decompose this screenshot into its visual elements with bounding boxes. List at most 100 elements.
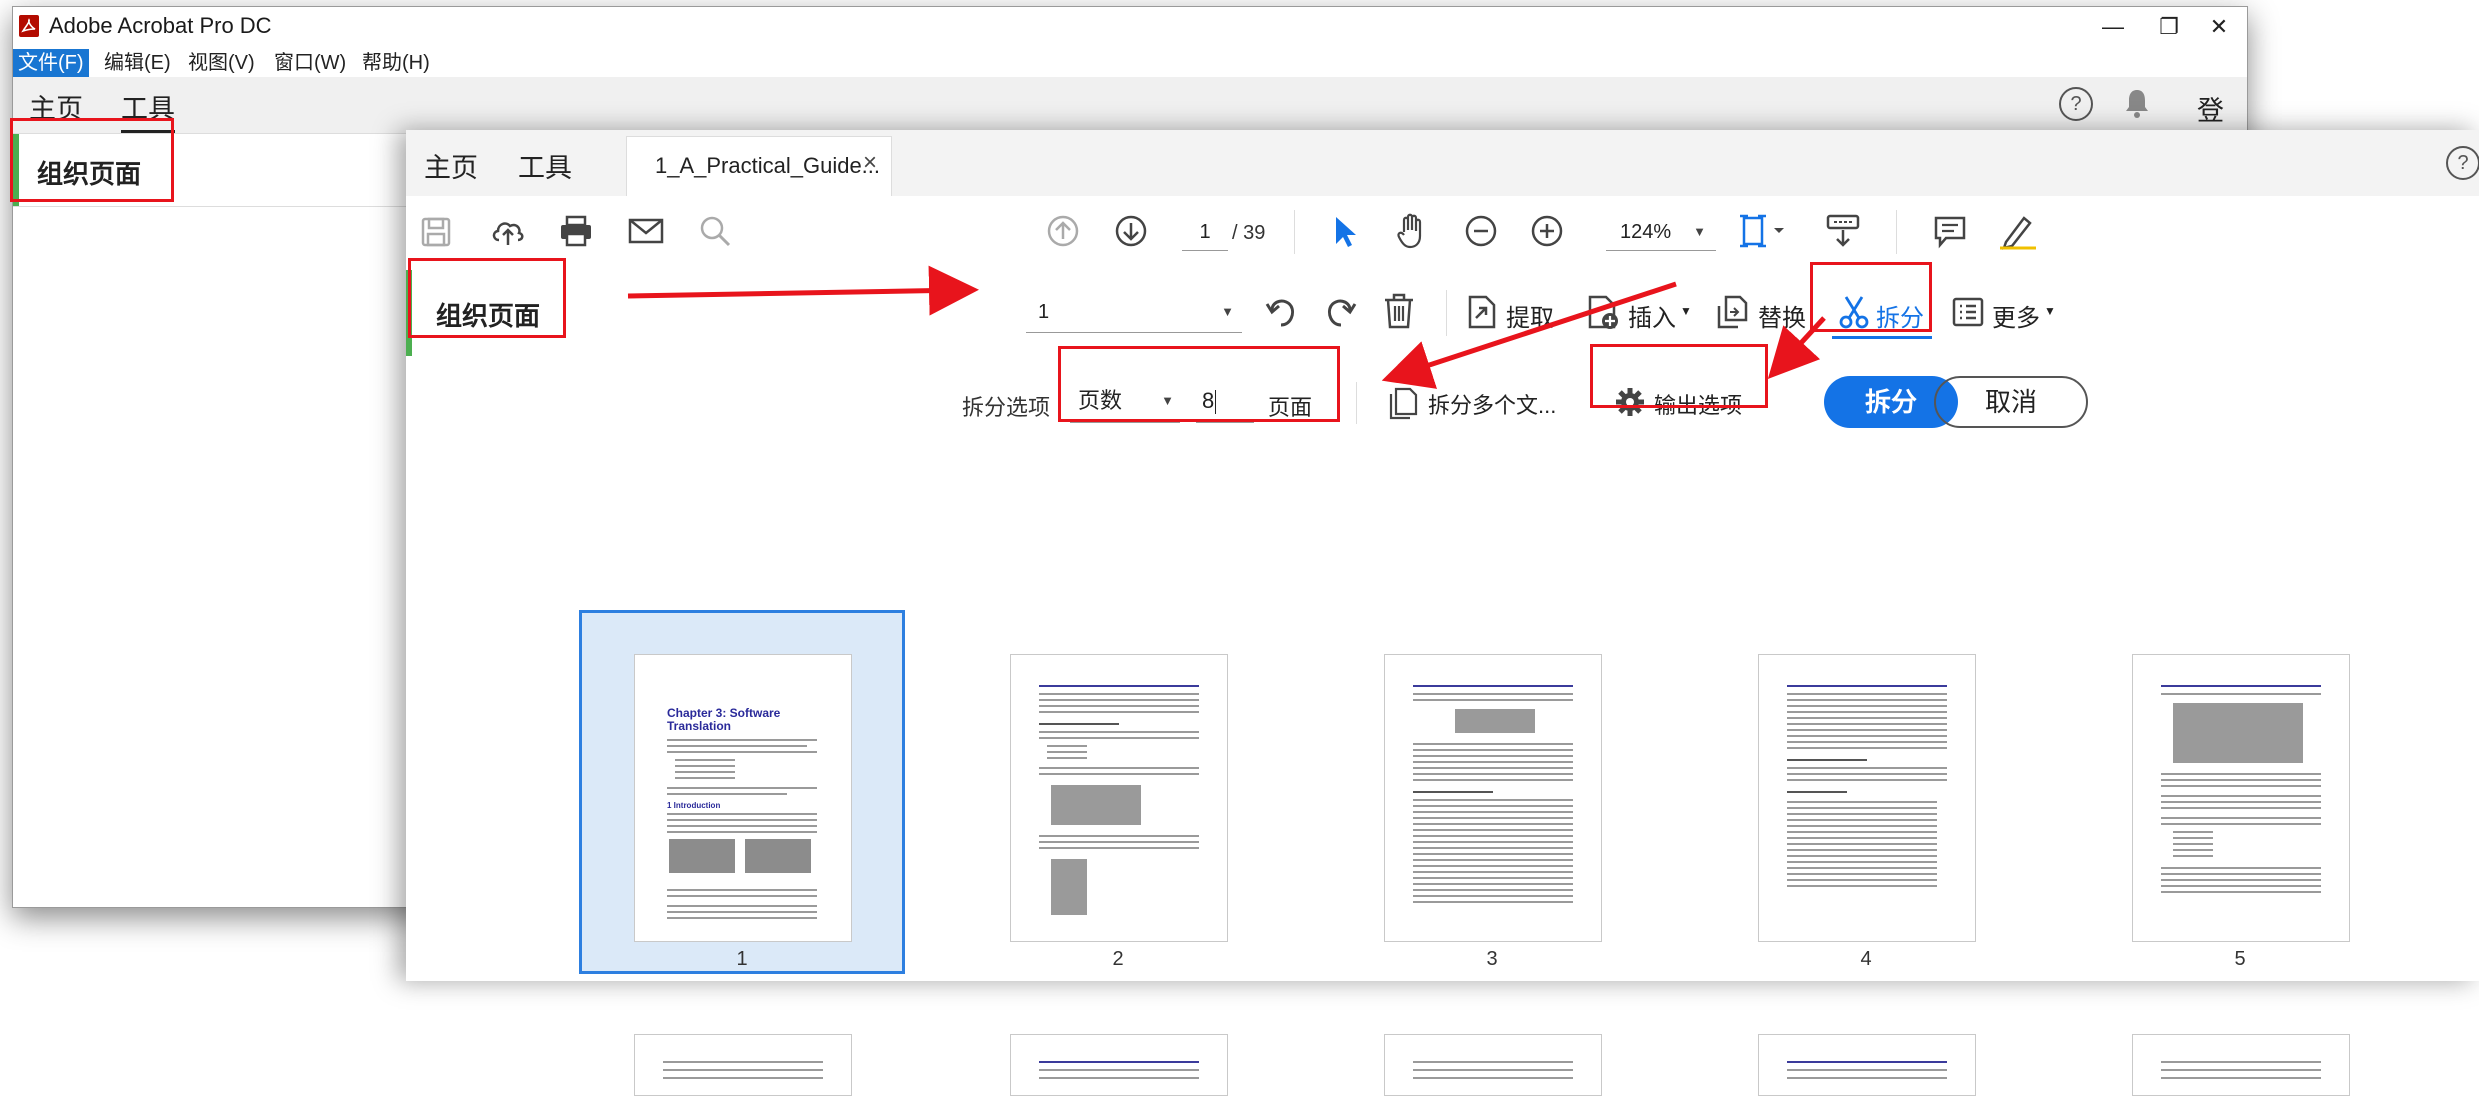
menu-window[interactable]: 窗口(W) — [269, 49, 351, 77]
split-options-label: 拆分选项 — [962, 395, 1051, 420]
page-number-label: 4 — [1860, 948, 1872, 970]
page-number-input[interactable]: 1 — [1182, 214, 1228, 251]
zoom-out-icon[interactable] — [1464, 214, 1498, 248]
insert-button[interactable]: 插入 ▼ — [1586, 290, 1696, 334]
menu-view[interactable]: 视图(V) — [183, 49, 260, 77]
save-icon[interactable] — [420, 216, 452, 248]
acrobat-logo-icon — [19, 15, 39, 37]
window-title: Adobe Acrobat Pro DC — [49, 13, 272, 38]
annotation-box — [408, 258, 566, 338]
annotation-box — [1810, 262, 1932, 332]
upload-cloud-icon[interactable] — [490, 214, 526, 248]
main-toolbar: 1 / 39 124% ▼ — [406, 196, 2479, 271]
zoom-value: 124% — [1620, 221, 1672, 243]
annotation-box — [10, 118, 174, 202]
comment-icon[interactable] — [1932, 214, 1968, 250]
chevron-down-icon: ▼ — [1221, 304, 1234, 319]
page-thumbnail-5[interactable] — [2132, 654, 2350, 942]
thumbnail-image — [1051, 785, 1141, 825]
annotation-box — [1590, 344, 1768, 408]
extract-label: 提取 — [1506, 305, 1554, 332]
back-tab-bar: 主页 工具 ? 登录 — [13, 77, 2247, 165]
page-thumbnail-1[interactable]: Chapter 3: Software Translation 1 Introd… — [634, 654, 852, 942]
menu-file[interactable]: 文件(F) — [13, 49, 89, 77]
thumbnail-chapter-title: Chapter 3: Software Translation — [667, 706, 781, 733]
trash-icon[interactable] — [1382, 292, 1416, 330]
tab-document[interactable]: 1_A_Practical_Guide... × — [626, 136, 892, 197]
toolbar-divider — [1356, 382, 1357, 424]
zoom-in-icon[interactable] — [1530, 214, 1564, 248]
zoom-select[interactable]: 124% ▼ — [1606, 214, 1716, 251]
front-tab-bar: 主页 工具 1_A_Practical_Guide... × ? — [406, 130, 2479, 197]
thumbnail-image — [1051, 859, 1087, 915]
help-icon[interactable]: ? — [2446, 146, 2479, 180]
extract-icon — [1468, 295, 1496, 329]
print-icon[interactable] — [558, 214, 594, 248]
next-page-icon[interactable] — [1114, 214, 1148, 248]
organize-toolbar: 组织页面 1 ▼ 提取 插入 ▼ 替换 拆分 更多 ▼ — [406, 270, 2479, 357]
help-icon[interactable]: ? — [2059, 87, 2093, 121]
tab-home[interactable]: 主页 — [424, 146, 478, 185]
close-tab-icon[interactable]: × — [863, 149, 877, 177]
chevron-down-icon: ▼ — [2044, 304, 2056, 318]
cancel-button[interactable]: 取消 — [1934, 376, 2088, 428]
scroll-mode-icon[interactable] — [1824, 212, 1862, 250]
page-thumbnail-10[interactable] — [2132, 1034, 2350, 1096]
page-thumbnail-2[interactable] — [1010, 654, 1228, 942]
rotate-right-icon[interactable] — [1322, 294, 1358, 330]
page-thumbnail-4[interactable] — [1758, 654, 1976, 942]
toolbar-divider — [1446, 290, 1447, 336]
select-cursor-icon[interactable] — [1330, 214, 1360, 250]
thumbnail-heading: 1 Introduction — [667, 801, 721, 810]
page-thumbnail-3[interactable] — [1384, 654, 1602, 942]
thumbnail-image — [669, 839, 735, 873]
menu-help[interactable]: 帮助(H) — [357, 49, 435, 77]
bell-icon[interactable] — [2123, 87, 2151, 119]
rotate-left-icon[interactable] — [1264, 294, 1300, 330]
replace-button[interactable]: 替换 — [1716, 290, 1820, 334]
more-button[interactable]: 更多 ▼ — [1952, 290, 2062, 334]
page-thumbnail-8[interactable] — [1384, 1034, 1602, 1096]
highlight-pen-icon[interactable] — [1998, 212, 2038, 250]
more-label: 更多 — [1992, 305, 2040, 332]
page-thumbnail-6[interactable] — [634, 1034, 852, 1096]
close-window-button[interactable]: ✕ — [2189, 9, 2249, 45]
split-multiple-files-button[interactable]: 拆分多个文... — [1388, 380, 1578, 424]
minimize-button[interactable]: — — [2083, 9, 2143, 45]
menu-edit[interactable]: 编辑(E) — [99, 49, 176, 77]
page-total: / 39 — [1232, 222, 1266, 244]
search-icon[interactable] — [698, 214, 732, 248]
thumbnail-image — [1455, 709, 1535, 733]
page-number-label: 5 — [2234, 948, 2246, 970]
title-bar: Adobe Acrobat Pro DC — ❐ ✕ — [13, 7, 2247, 49]
page-thumbnail-9[interactable] — [1758, 1034, 1976, 1096]
fit-page-icon[interactable] — [1738, 212, 1788, 250]
replace-page-icon — [1717, 295, 1748, 329]
hand-tool-icon[interactable] — [1394, 212, 1430, 250]
thumbnail-image — [745, 839, 811, 873]
insert-page-icon — [1588, 295, 1618, 329]
page-range-select[interactable]: 1 ▼ — [1026, 292, 1242, 333]
toolbar-divider — [1896, 210, 1897, 254]
page-thumbnail-7[interactable] — [1010, 1034, 1228, 1096]
thumbnail-image — [2173, 703, 2303, 763]
annotation-box — [1058, 346, 1340, 422]
multiple-files-icon — [1389, 387, 1418, 420]
more-list-icon — [1952, 297, 1984, 327]
page-number-label: 2 — [1112, 948, 1124, 970]
toolbar-divider — [1294, 210, 1295, 254]
document-window: 主页 工具 1_A_Practical_Guide... × ? 1 / 39 … — [406, 130, 2479, 1096]
tab-tools[interactable]: 工具 — [518, 146, 572, 185]
replace-label: 替换 — [1758, 305, 1806, 332]
document-tab-title: 1_A_Practical_Guide... — [655, 153, 881, 178]
page-number-label: 1 — [736, 948, 748, 970]
previous-page-icon[interactable] — [1046, 214, 1080, 248]
split-options-bar: 拆分选项 页数 ▼ 8 页面 拆分多个文... 输出选项 拆分 取消 — [406, 356, 2479, 453]
split-multiple-label: 拆分多个文... — [1428, 393, 1557, 418]
email-icon[interactable] — [628, 216, 664, 246]
page-thumbnails-area: Chapter 3: Software Translation 1 Introd… — [406, 452, 2479, 1096]
page-number-label: 3 — [1486, 948, 1498, 970]
page-range-value: 1 — [1038, 301, 1050, 323]
menu-bar: 文件(F) 编辑(E) 视图(V) 窗口(W) 帮助(H) — [13, 49, 2247, 77]
chevron-down-icon: ▼ — [1693, 224, 1706, 239]
